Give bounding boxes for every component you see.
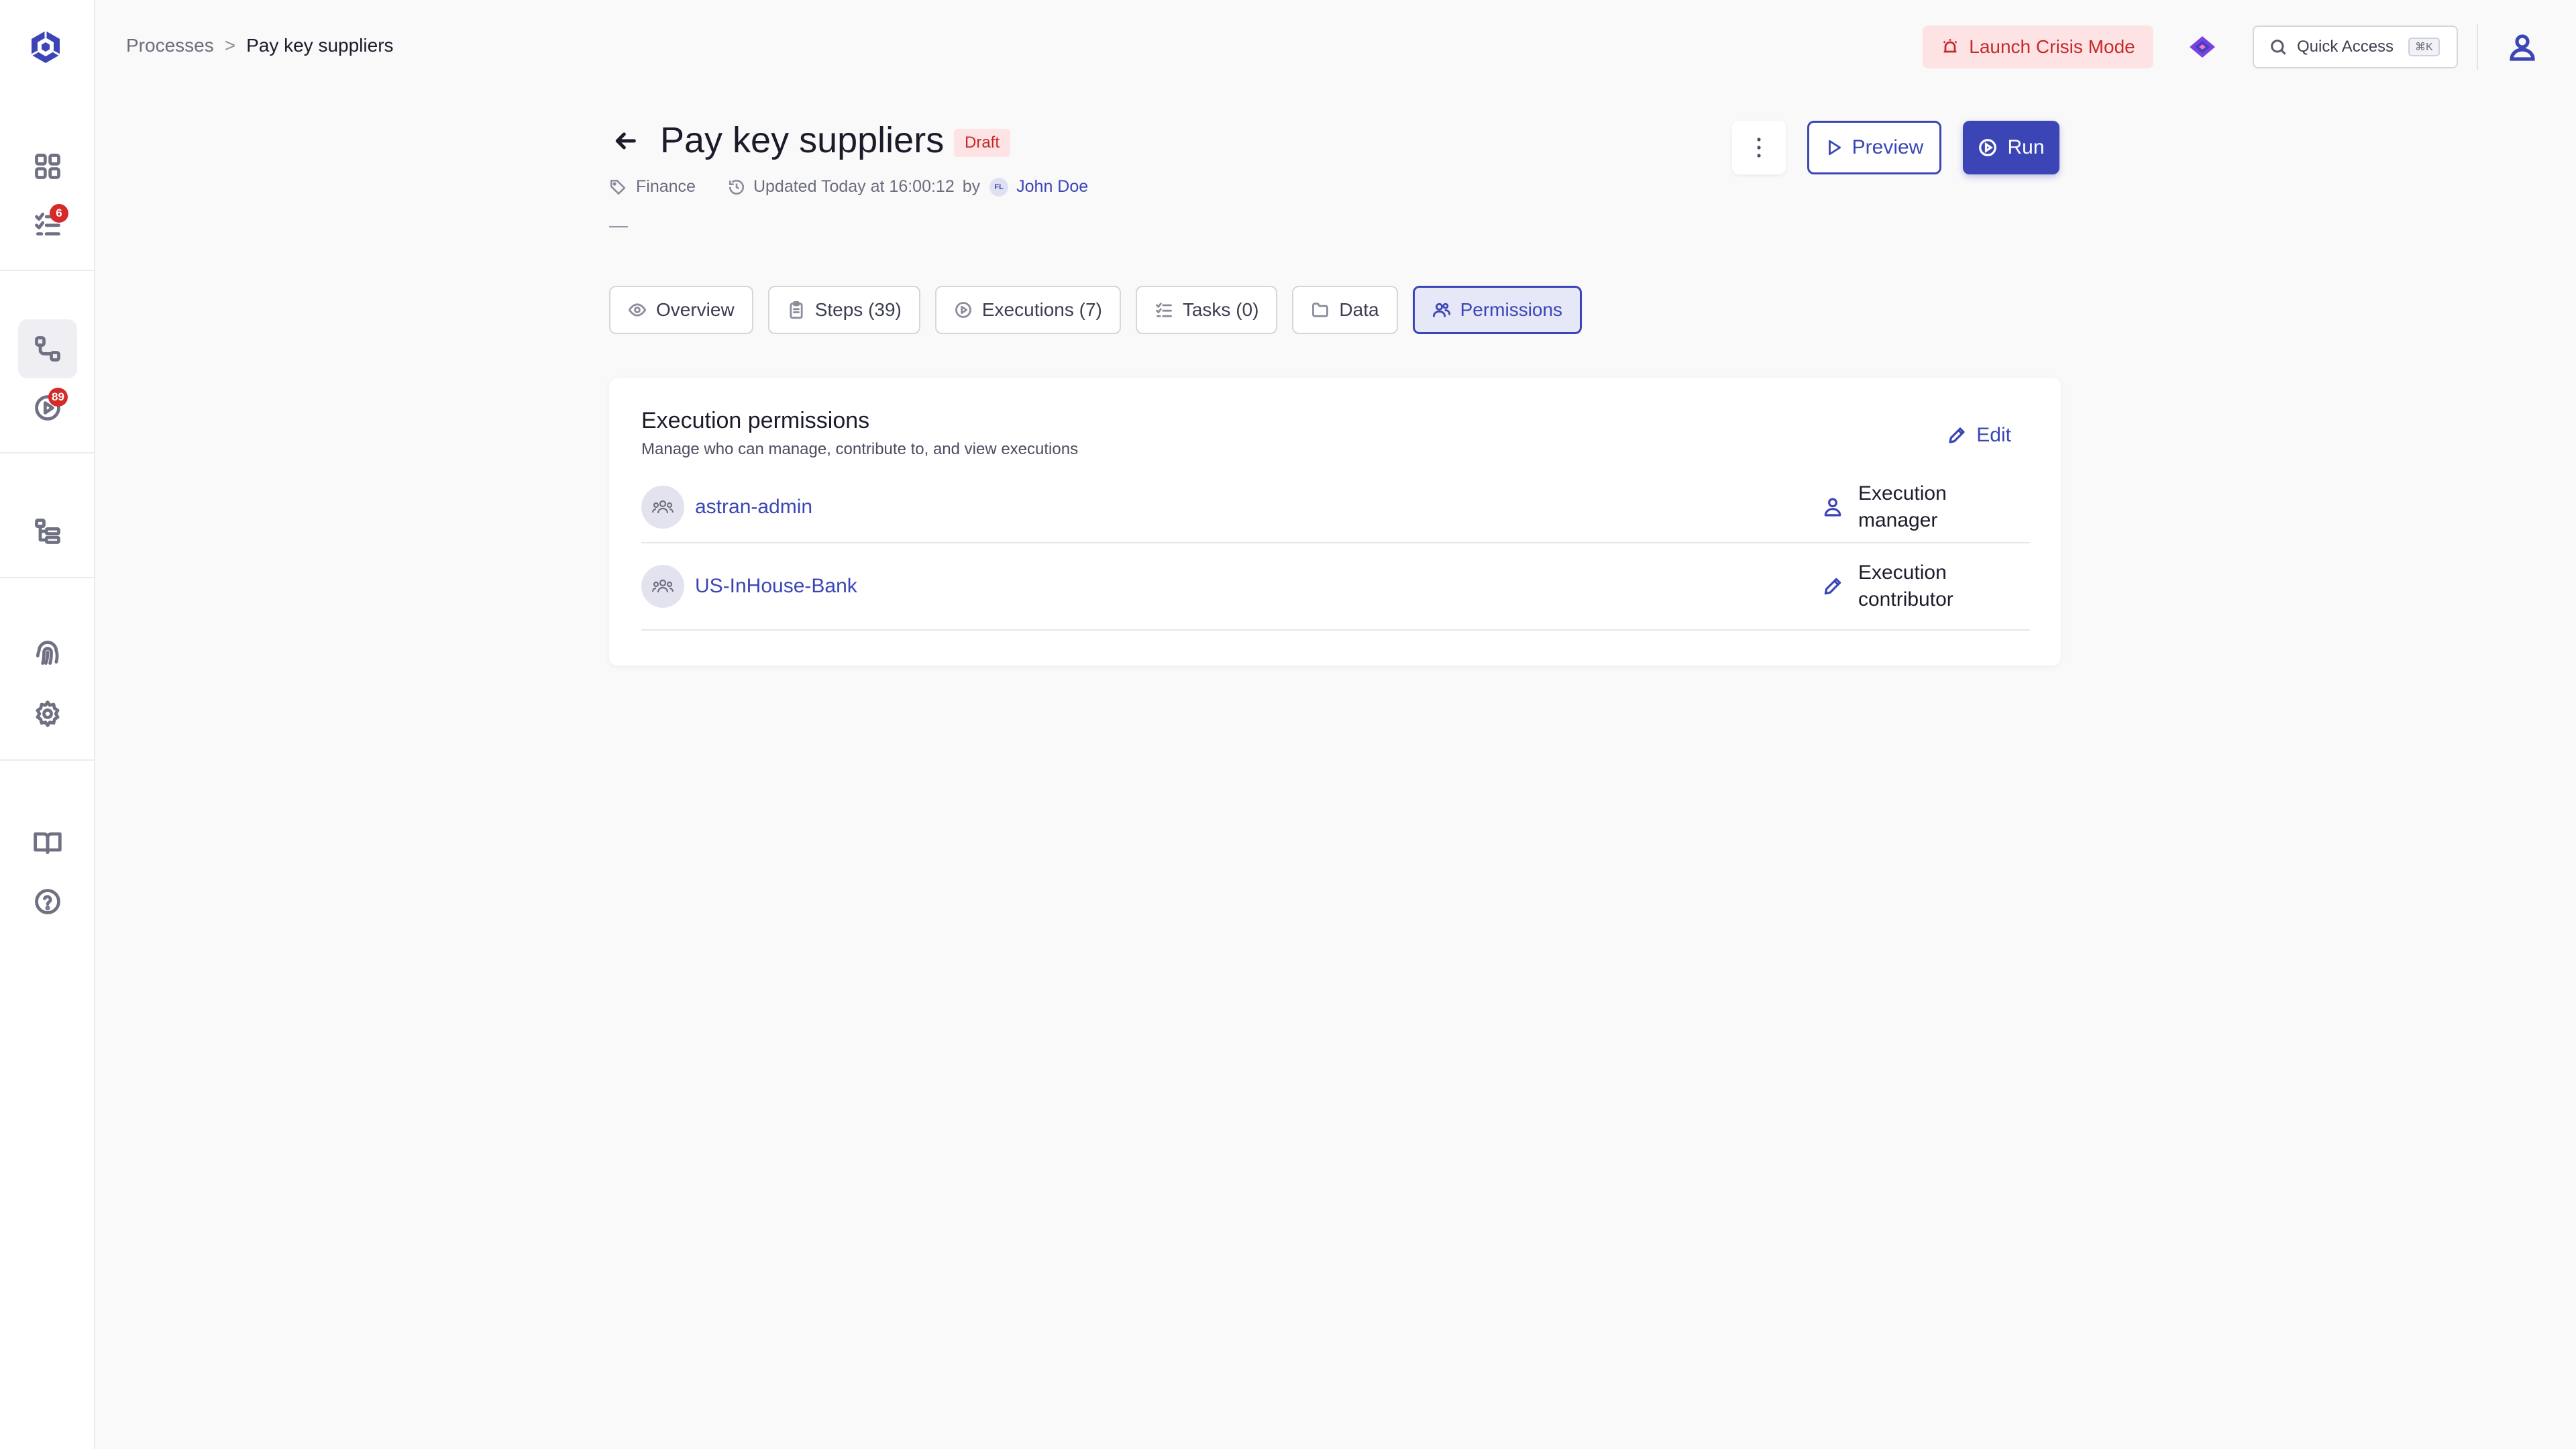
launch-crisis-mode-button[interactable]: Launch Crisis Mode [1923,25,2153,68]
clipboard-icon [787,301,806,319]
play-circle-icon [1978,138,1998,158]
tab-label: Data [1339,299,1379,320]
sidebar-item-help[interactable] [18,872,77,931]
table-row: astran-admin Execution manager [641,472,2030,543]
tab-data[interactable]: Data [1292,286,1398,334]
card-subtitle: Manage who can manage, contribute to, an… [641,440,1079,458]
sidebar-item-dashboard[interactable] [18,137,77,196]
tag-icon [609,178,627,196]
group-avatar [641,565,684,608]
breadcrumb: Processes > Pay key suppliers [126,35,394,56]
run-button[interactable]: Run [1963,121,2059,174]
list-check-icon [1155,301,1173,319]
group-avatar [641,486,684,529]
card-title: Execution permissions [641,408,870,433]
run-label: Run [2007,136,2045,158]
help-icon [33,887,62,916]
preview-button[interactable]: Preview [1807,121,1941,174]
role-label: Execution contributor [1858,561,1953,610]
edit-permissions-button[interactable]: Edit [1947,424,2011,447]
role: Execution contributor [1822,559,2030,613]
sidebar: 6 89 [0,0,95,1449]
sidebar-item-tasks[interactable] [18,195,77,254]
book-icon [33,828,62,857]
more-vertical-icon [1756,136,1762,160]
sidebar-divider [0,759,95,761]
tab-bar: Overview Steps (39) Executions (7) Tasks… [609,286,1582,334]
folder-icon [1311,301,1330,319]
pencil-icon [1822,576,1843,597]
users-icon [1432,301,1451,319]
executions-count-badge: 89 [48,388,68,407]
role: Execution manager [1822,480,2030,534]
updated-label: Updated Today at 16:00:12 [753,177,955,196]
eye-icon [628,301,647,319]
chevron-right-icon: > [224,35,236,56]
play-circle-icon [954,301,973,319]
process-meta: Finance Updated Today at 16:00:12 by FL … [609,177,1088,197]
tasks-count-badge: 6 [50,204,68,223]
by-label: by [962,177,981,196]
edit-label: Edit [1976,424,2011,446]
fingerprint-icon [33,639,62,668]
tab-permissions[interactable]: Permissions [1412,286,1582,334]
quick-access-label: Quick Access [2297,38,2394,56]
workspace-logo-icon[interactable] [2188,35,2216,59]
breadcrumb-current: Pay key suppliers [246,35,394,56]
tab-label: Steps (39) [814,299,902,320]
tab-label: Executions (7) [981,299,1102,320]
tab-steps[interactable]: Steps (39) [767,286,920,334]
search-icon [2269,38,2288,56]
back-button[interactable] [612,127,644,160]
alarm-icon [1941,38,1960,56]
sidebar-divider [0,577,95,578]
avatar: FL [989,177,1009,197]
tab-label: Tasks (0) [1182,299,1259,320]
keyboard-shortcut: ⌘K [2408,38,2440,56]
tab-tasks[interactable]: Tasks (0) [1135,286,1278,334]
breadcrumb-processes-link[interactable]: Processes [126,35,214,56]
preview-label: Preview [1851,136,1924,158]
play-icon [1825,138,1843,157]
execution-permissions-card: Execution permissions Manage who can man… [609,378,2061,665]
sidebar-item-structure[interactable] [18,502,77,561]
topbar-divider [2477,24,2478,70]
sidebar-item-docs[interactable] [18,813,77,872]
group-name-link[interactable]: astran-admin [695,496,812,519]
sidebar-divider [0,452,95,453]
pencil-icon [1947,425,1967,445]
processes-icon [33,334,62,364]
settings-icon [33,699,62,729]
quick-access-search[interactable]: Quick Access ⌘K [2253,25,2458,68]
arrow-left-icon [612,127,644,154]
sidebar-item-settings[interactable] [18,684,77,743]
author-link[interactable]: John Doe [1016,177,1088,197]
tab-label: Permissions [1460,299,1563,320]
category-label: Finance [636,177,696,196]
history-icon [728,178,745,196]
sidebar-divider [0,270,95,271]
group-name-link[interactable]: US-InHouse-Bank [695,575,857,598]
dashboard-icon [33,152,62,181]
crisis-label: Launch Crisis Mode [1969,36,2135,57]
more-actions-button[interactable] [1732,121,1786,174]
structure-icon [33,517,62,546]
page-title: Pay key suppliers [660,120,945,160]
tab-executions[interactable]: Executions (7) [934,286,1121,334]
role-label: Execution manager [1858,482,1947,531]
user-icon [2506,31,2538,63]
user-menu-button[interactable] [2506,31,2538,63]
group-icon [652,578,674,595]
tab-label: Overview [656,299,735,320]
sidebar-item-security[interactable] [18,624,77,683]
sidebar-item-processes[interactable] [18,319,77,378]
status-badge: Draft [954,129,1011,157]
sidebar-item-executions[interactable] [18,378,77,437]
user-manager-icon [1822,496,1843,518]
app-logo[interactable] [28,30,63,64]
tab-overview[interactable]: Overview [609,286,753,334]
group-icon [652,498,674,516]
process-description[interactable]: — [609,215,628,236]
table-row: US-InHouse-Bank Execution contributor [641,543,2030,631]
